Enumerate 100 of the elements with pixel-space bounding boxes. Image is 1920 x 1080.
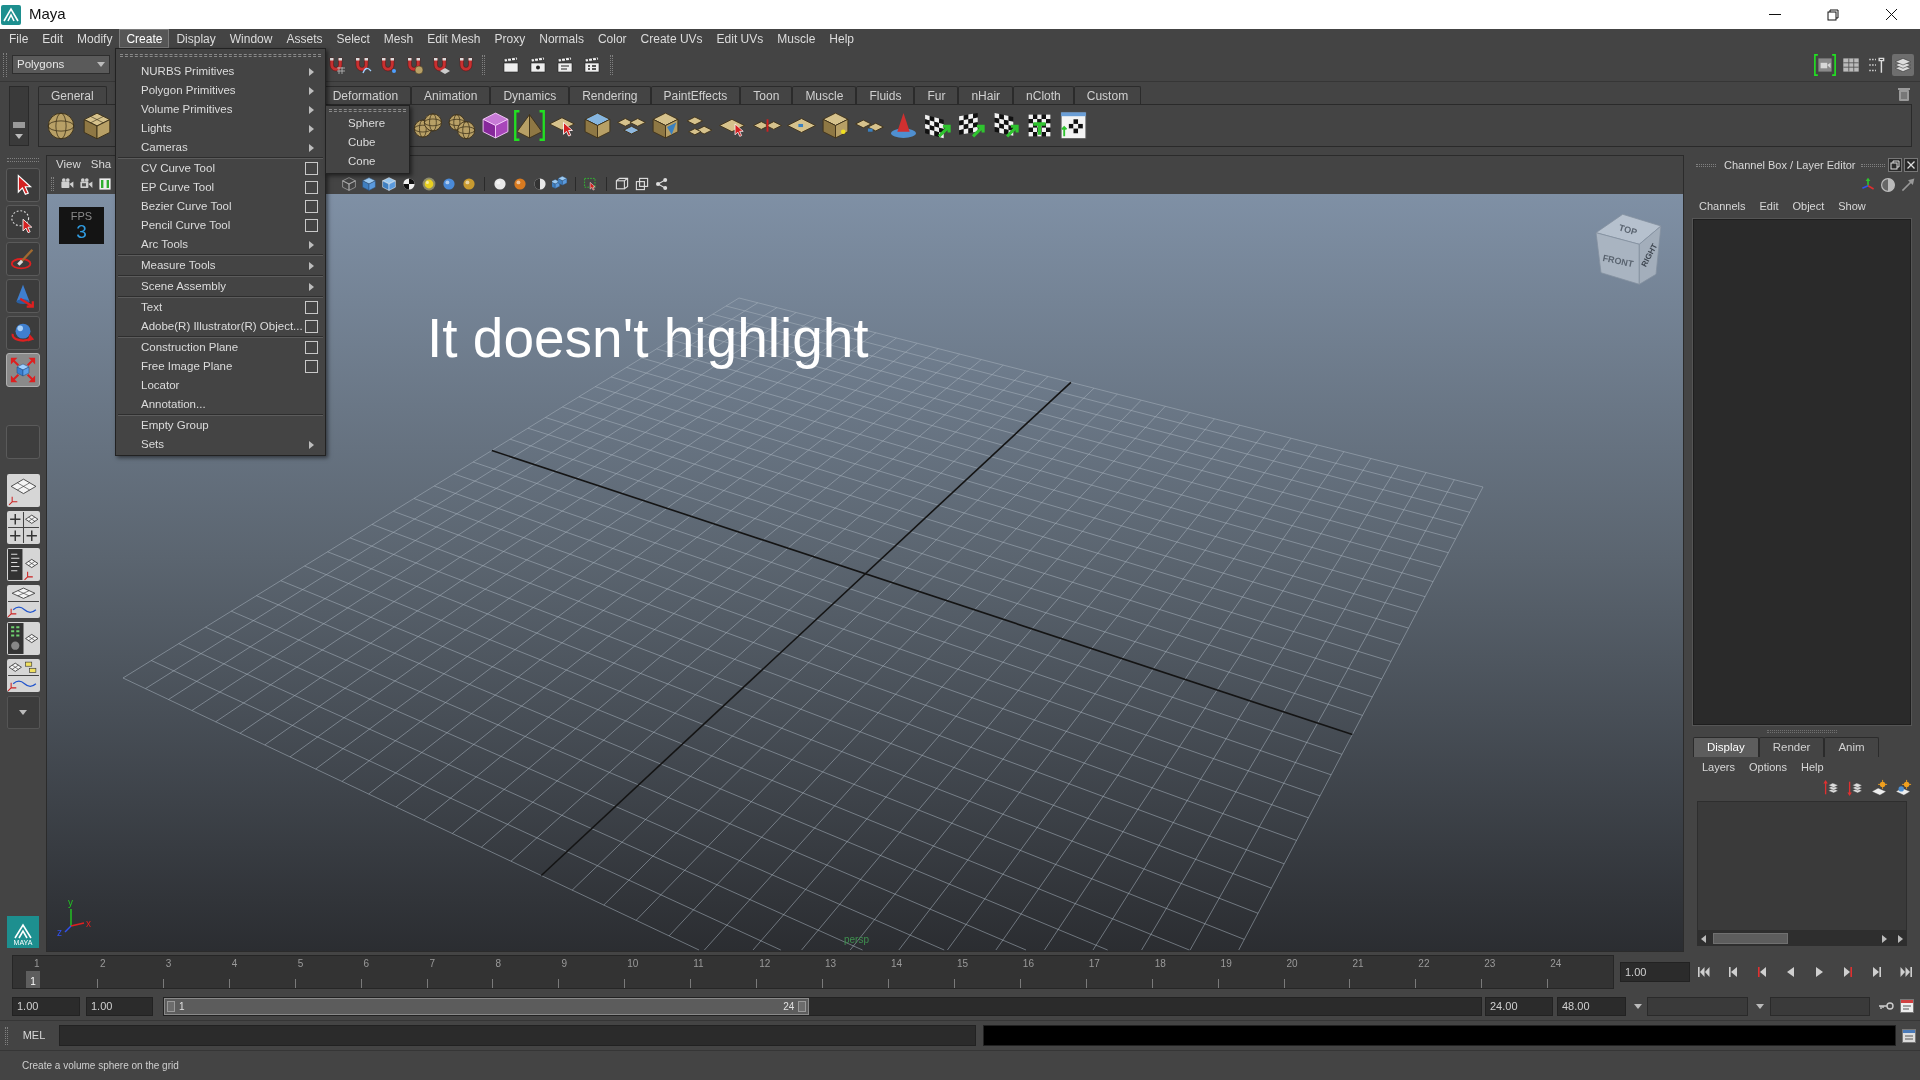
option-box-icon[interactable] — [305, 320, 318, 333]
tear-off-handle[interactable] — [120, 54, 321, 57]
menu-bar-item[interactable]: Normals — [532, 29, 591, 48]
menu-bar-item[interactable]: Proxy — [487, 29, 533, 48]
window-icon[interactable] — [1902, 1028, 1916, 1043]
menu-item[interactable]: Lights — [116, 119, 325, 138]
menu-bar-item[interactable]: Edit UVs — [709, 29, 771, 48]
shelf-tab[interactable]: nCloth — [1013, 86, 1074, 104]
tool-button[interactable] — [6, 316, 40, 350]
layer-tab[interactable]: Render — [1758, 737, 1825, 757]
window-icon[interactable] — [1900, 999, 1914, 1013]
dropdown-field[interactable] — [1647, 996, 1748, 1016]
panel-menu-item[interactable]: Help — [1800, 758, 1824, 776]
clapperboard-icon[interactable] — [501, 54, 521, 75]
current-frame-marker[interactable]: 1 — [26, 971, 40, 988]
shelf-tab[interactable]: Rendering — [569, 86, 651, 104]
mode-dropdown[interactable]: Polygons — [12, 55, 110, 74]
layers-down-icon[interactable] — [1846, 779, 1864, 797]
command-input[interactable] — [59, 1025, 976, 1046]
panel-menu-item[interactable]: Sha — [90, 156, 112, 174]
tool-button[interactable] — [6, 168, 40, 202]
range-slider-handle[interactable]: 1 24 — [164, 997, 810, 1015]
cube-outline-icon[interactable] — [614, 176, 630, 192]
layer-tab[interactable]: Display — [1693, 737, 1759, 757]
panel-menu-item[interactable]: Channels — [1699, 197, 1746, 215]
option-box-icon[interactable] — [305, 301, 318, 314]
outliner-pane-icon[interactable] — [6, 622, 40, 655]
option-box-icon[interactable] — [305, 162, 318, 175]
menu-item[interactable]: NURBS Primitives — [116, 62, 325, 81]
spheres-icon[interactable] — [412, 110, 443, 141]
horizontal-scrollbar[interactable] — [1697, 931, 1907, 946]
sphere-icon[interactable] — [512, 176, 528, 192]
wireframe-cube-icon[interactable] — [341, 176, 357, 192]
drag-handle[interactable] — [1767, 729, 1837, 733]
menu-bar-item[interactable]: Color — [590, 29, 634, 48]
tear-off-handle[interactable] — [329, 108, 406, 112]
box-icon[interactable] — [582, 110, 613, 141]
option-box-icon[interactable] — [305, 219, 318, 232]
sphere-icon[interactable] — [441, 176, 457, 192]
trash-icon[interactable] — [1896, 86, 1912, 102]
menu-bar-item[interactable]: Assets — [279, 29, 330, 48]
scroll-right-icon[interactable] — [1879, 933, 1889, 944]
menu-item[interactable]: CV Curve Tool — [116, 159, 325, 178]
menu-item[interactable]: Arc Tools — [116, 235, 325, 254]
scroll-right-icon[interactable] — [1895, 933, 1905, 944]
panel-menu-item[interactable]: View — [56, 156, 81, 174]
menu-item[interactable]: Cameras — [116, 138, 325, 157]
menu-item[interactable]: Empty Group — [116, 416, 325, 435]
panel-menu-item[interactable]: Edit — [1759, 197, 1779, 215]
bar-panel-icon[interactable] — [97, 176, 113, 192]
menu-bar-item[interactable]: Mesh — [376, 29, 421, 48]
drag-handle[interactable] — [1696, 163, 1716, 167]
panel-menu-item[interactable]: Layers — [1702, 758, 1736, 776]
cube-icon[interactable] — [361, 176, 377, 192]
magnet-point-icon[interactable] — [378, 54, 398, 75]
time-slider[interactable]: 1 1 2 3 4 5 6 7 8 9 10 11 12 13 14 15 16 17 18 19 20 21 22 23 24 — [12, 955, 1614, 989]
drag-handle[interactable] — [7, 158, 39, 162]
sphere-icon[interactable] — [492, 176, 508, 192]
menu-bar-item[interactable]: Modify — [70, 29, 120, 48]
cubes-icon[interactable] — [552, 176, 568, 192]
three-pane-icon[interactable] — [6, 659, 40, 692]
grid-pane-icon[interactable] — [6, 474, 40, 507]
shelf-tab[interactable]: General — [38, 86, 107, 104]
menu-bar-item[interactable]: Create — [119, 29, 170, 48]
camera-panel-icon[interactable] — [1814, 53, 1836, 76]
option-box-icon[interactable] — [305, 200, 318, 213]
four-pane-icon[interactable] — [6, 511, 40, 544]
menu-bar-item[interactable]: Help — [822, 29, 861, 48]
option-box-icon[interactable] — [305, 360, 318, 373]
menu-item[interactable]: Bezier Curve Tool — [116, 197, 325, 216]
playback-start-field[interactable]: 1.00 — [86, 996, 153, 1016]
menu-item[interactable]: Sets — [116, 435, 325, 454]
shelf-menu-button[interactable] — [9, 86, 29, 146]
layers-icon[interactable] — [1892, 53, 1914, 76]
menu-bar-item[interactable]: File — [2, 29, 36, 48]
diagonal-arrow-icon[interactable] — [1900, 177, 1916, 193]
shelf-tab[interactable]: Muscle — [792, 86, 857, 104]
grid-graph-pane-icon[interactable] — [6, 585, 40, 618]
key-icon[interactable] — [1878, 1001, 1894, 1011]
checker-sphere-icon[interactable] — [401, 176, 417, 192]
drag-handle[interactable] — [5, 1026, 8, 1045]
glowing-sphere-icon[interactable] — [421, 176, 437, 192]
range-slider[interactable]: 1 24 — [163, 996, 1482, 1016]
skip-to-start-icon[interactable] — [1697, 965, 1711, 979]
tool-button[interactable] — [6, 205, 40, 239]
panel-menu-item[interactable]: Show — [1838, 197, 1866, 215]
menu-item[interactable]: Cube — [326, 133, 409, 152]
checker-window-icon[interactable] — [1058, 110, 1089, 141]
language-button[interactable]: MEL — [14, 1025, 54, 1046]
menu-bar-item[interactable]: Edit — [35, 29, 71, 48]
menu-item[interactable]: Locator — [116, 376, 325, 395]
shelf-tab[interactable]: Custom — [1073, 86, 1142, 104]
current-time-field[interactable]: 1.00 — [1620, 962, 1690, 982]
magnet-sphere-icon[interactable] — [404, 54, 424, 75]
panel-menu-item[interactable]: Object — [1792, 197, 1825, 215]
option-box-icon[interactable] — [305, 181, 318, 194]
shelf-tab[interactable]: Animation — [411, 86, 491, 104]
shelf-tab[interactable]: Toon — [740, 86, 793, 104]
menu-bar-item[interactable]: Window — [222, 29, 280, 48]
layers-up-icon[interactable] — [1822, 779, 1840, 797]
